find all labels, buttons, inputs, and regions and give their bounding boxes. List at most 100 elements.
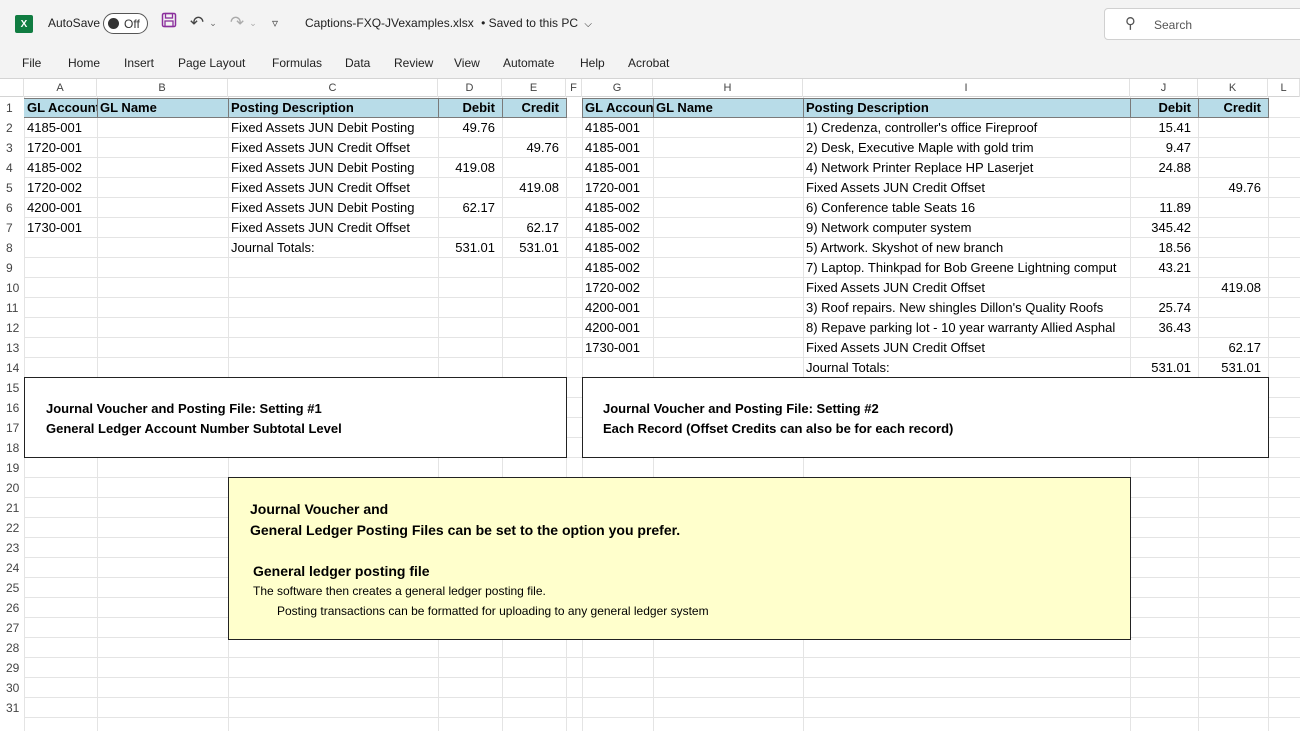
tab-acrobat[interactable]: Acrobat [628,56,669,70]
row-header[interactable]: 10 [0,278,24,298]
row-header[interactable]: 13 [0,338,24,358]
table2-cell-debit[interactable] [1130,338,1198,358]
row-header[interactable]: 31 [0,698,24,718]
table1-cell-posting-description[interactable]: Fixed Assets JUN Debit Posting [229,118,438,138]
table2-cell-credit[interactable]: 531.01 [1198,358,1268,378]
table2-cell-credit[interactable]: 62.17 [1198,338,1268,358]
table2-cell-credit[interactable] [1198,118,1268,138]
search-input[interactable]: ⚲ Search [1104,8,1300,40]
table2-cell-posting-description[interactable]: 2) Desk, Executive Maple with gold trim [804,138,1130,158]
column-header-b[interactable]: B [97,79,228,97]
row-header[interactable]: 2 [0,118,24,138]
table1-cell-gl-name[interactable] [98,198,228,218]
table2-cell-gl-account[interactable]: 4200-001 [583,298,653,318]
table2-cell-gl-account[interactable]: 4185-001 [583,158,653,178]
table2-cell-debit[interactable]: 43.21 [1130,258,1198,278]
column-header-i[interactable]: I [803,79,1130,97]
row-header[interactable]: 27 [0,618,24,638]
table1-cell-gl-account[interactable] [25,238,97,258]
save-icon[interactable] [160,12,178,34]
table2-cell-gl-name[interactable] [654,138,803,158]
tab-page-layout[interactable]: Page Layout [178,56,245,70]
table2-cell-debit[interactable]: 345.42 [1130,218,1198,238]
table2-cell-posting-description[interactable]: 6) Conference table Seats 16 [804,198,1130,218]
table2-cell-gl-name[interactable] [654,358,803,378]
table1-cell-gl-account[interactable]: 1720-001 [25,138,97,158]
column-header-g[interactable]: G [582,79,653,97]
table2-cell-debit[interactable]: 11.89 [1130,198,1198,218]
table2-cell-gl-name[interactable] [654,178,803,198]
column-header-l[interactable]: L [1268,79,1300,97]
table1-cell-gl-account[interactable]: 4200-001 [25,198,97,218]
column-header-a[interactable]: A [24,79,97,97]
table2-cell-posting-description[interactable]: Fixed Assets JUN Credit Offset [804,338,1130,358]
row-header[interactable]: 6 [0,198,24,218]
table2-cell-debit[interactable]: 25.74 [1130,298,1198,318]
row-header[interactable]: 9 [0,258,24,278]
table2-cell-gl-account[interactable]: 1720-001 [583,178,653,198]
row-header[interactable]: 7 [0,218,24,238]
table2-cell-gl-name[interactable] [654,158,803,178]
table1-cell-posting-description[interactable]: Fixed Assets JUN Debit Posting [229,198,438,218]
customize-icon[interactable]: ▿ [268,12,282,34]
table2-cell-gl-account[interactable]: 1730-001 [583,338,653,358]
table1-cell-credit[interactable]: 49.76 [502,138,566,158]
redo-icon[interactable]: ↷ [228,12,246,34]
table2-cell-gl-account[interactable]: 4185-001 [583,138,653,158]
row-header[interactable]: 8 [0,238,24,258]
table1-cell-posting-description[interactable]: Fixed Assets JUN Debit Posting [229,158,438,178]
table2-header-gl-account[interactable]: GL Account [583,98,653,118]
table2-cell-posting-description[interactable]: Journal Totals: [804,358,1130,378]
row-header[interactable]: 11 [0,298,24,318]
table2-header-debit[interactable]: Debit [1130,98,1198,118]
table1-cell-credit[interactable]: 531.01 [502,238,566,258]
table2-cell-gl-account[interactable]: 4185-002 [583,238,653,258]
tab-view[interactable]: View [454,56,480,70]
row-header[interactable]: 30 [0,678,24,698]
table2-cell-posting-description[interactable]: 4) Network Printer Replace HP Laserjet [804,158,1130,178]
table2-cell-posting-description[interactable]: Fixed Assets JUN Credit Offset [804,178,1130,198]
row-header[interactable]: 4 [0,158,24,178]
table2-cell-posting-description[interactable]: Fixed Assets JUN Credit Offset [804,278,1130,298]
table2-header-gl-name[interactable]: GL Name [654,98,803,118]
table1-cell-posting-description[interactable]: Journal Totals: [229,238,438,258]
row-header[interactable]: 23 [0,538,24,558]
table1-cell-gl-account[interactable]: 1730-001 [25,218,97,238]
table2-cell-gl-account[interactable]: 1720-002 [583,278,653,298]
table2-cell-debit[interactable] [1130,178,1198,198]
table1-cell-gl-account[interactable]: 1720-002 [25,178,97,198]
select-all-corner[interactable] [0,79,24,97]
row-header[interactable]: 15 [0,378,24,398]
table1-cell-debit[interactable]: 419.08 [438,158,502,178]
table1-cell-posting-description[interactable]: Fixed Assets JUN Credit Offset [229,178,438,198]
table2-cell-gl-name[interactable] [654,198,803,218]
row-header[interactable]: 28 [0,638,24,658]
table2-cell-credit[interactable] [1198,158,1268,178]
table2-cell-gl-name[interactable] [654,238,803,258]
row-header[interactable]: 21 [0,498,24,518]
undo-dropdown-icon[interactable]: ⌄ [208,12,218,34]
tab-automate[interactable]: Automate [503,56,554,70]
setting2-textbox[interactable]: Journal Voucher and Posting File: Settin… [582,377,1269,458]
table2-cell-posting-description[interactable]: 7) Laptop. Thinkpad for Bob Greene Light… [804,258,1130,278]
tab-file[interactable]: File [22,56,41,70]
table2-cell-gl-name[interactable] [654,338,803,358]
tab-data[interactable]: Data [345,56,370,70]
table2-cell-credit[interactable]: 419.08 [1198,278,1268,298]
table1-cell-gl-account[interactable]: 4185-002 [25,158,97,178]
row-header[interactable]: 16 [0,398,24,418]
table1-cell-debit[interactable]: 49.76 [438,118,502,138]
table1-cell-debit[interactable] [438,138,502,158]
redo-dropdown-icon[interactable]: ⌄ [248,12,258,34]
table2-cell-credit[interactable] [1198,218,1268,238]
table1-cell-debit[interactable] [438,178,502,198]
tab-formulas[interactable]: Formulas [272,56,322,70]
table2-cell-debit[interactable]: 9.47 [1130,138,1198,158]
table2-cell-posting-description[interactable]: 1) Credenza, controller's office Firepro… [804,118,1130,138]
table2-cell-gl-name[interactable] [654,318,803,338]
table1-cell-gl-name[interactable] [98,138,228,158]
table1-cell-credit[interactable]: 419.08 [502,178,566,198]
table1-cell-gl-account[interactable]: 4185-001 [25,118,97,138]
table2-cell-posting-description[interactable]: 8) Repave parking lot - 10 year warranty… [804,318,1130,338]
row-header[interactable]: 19 [0,458,24,478]
